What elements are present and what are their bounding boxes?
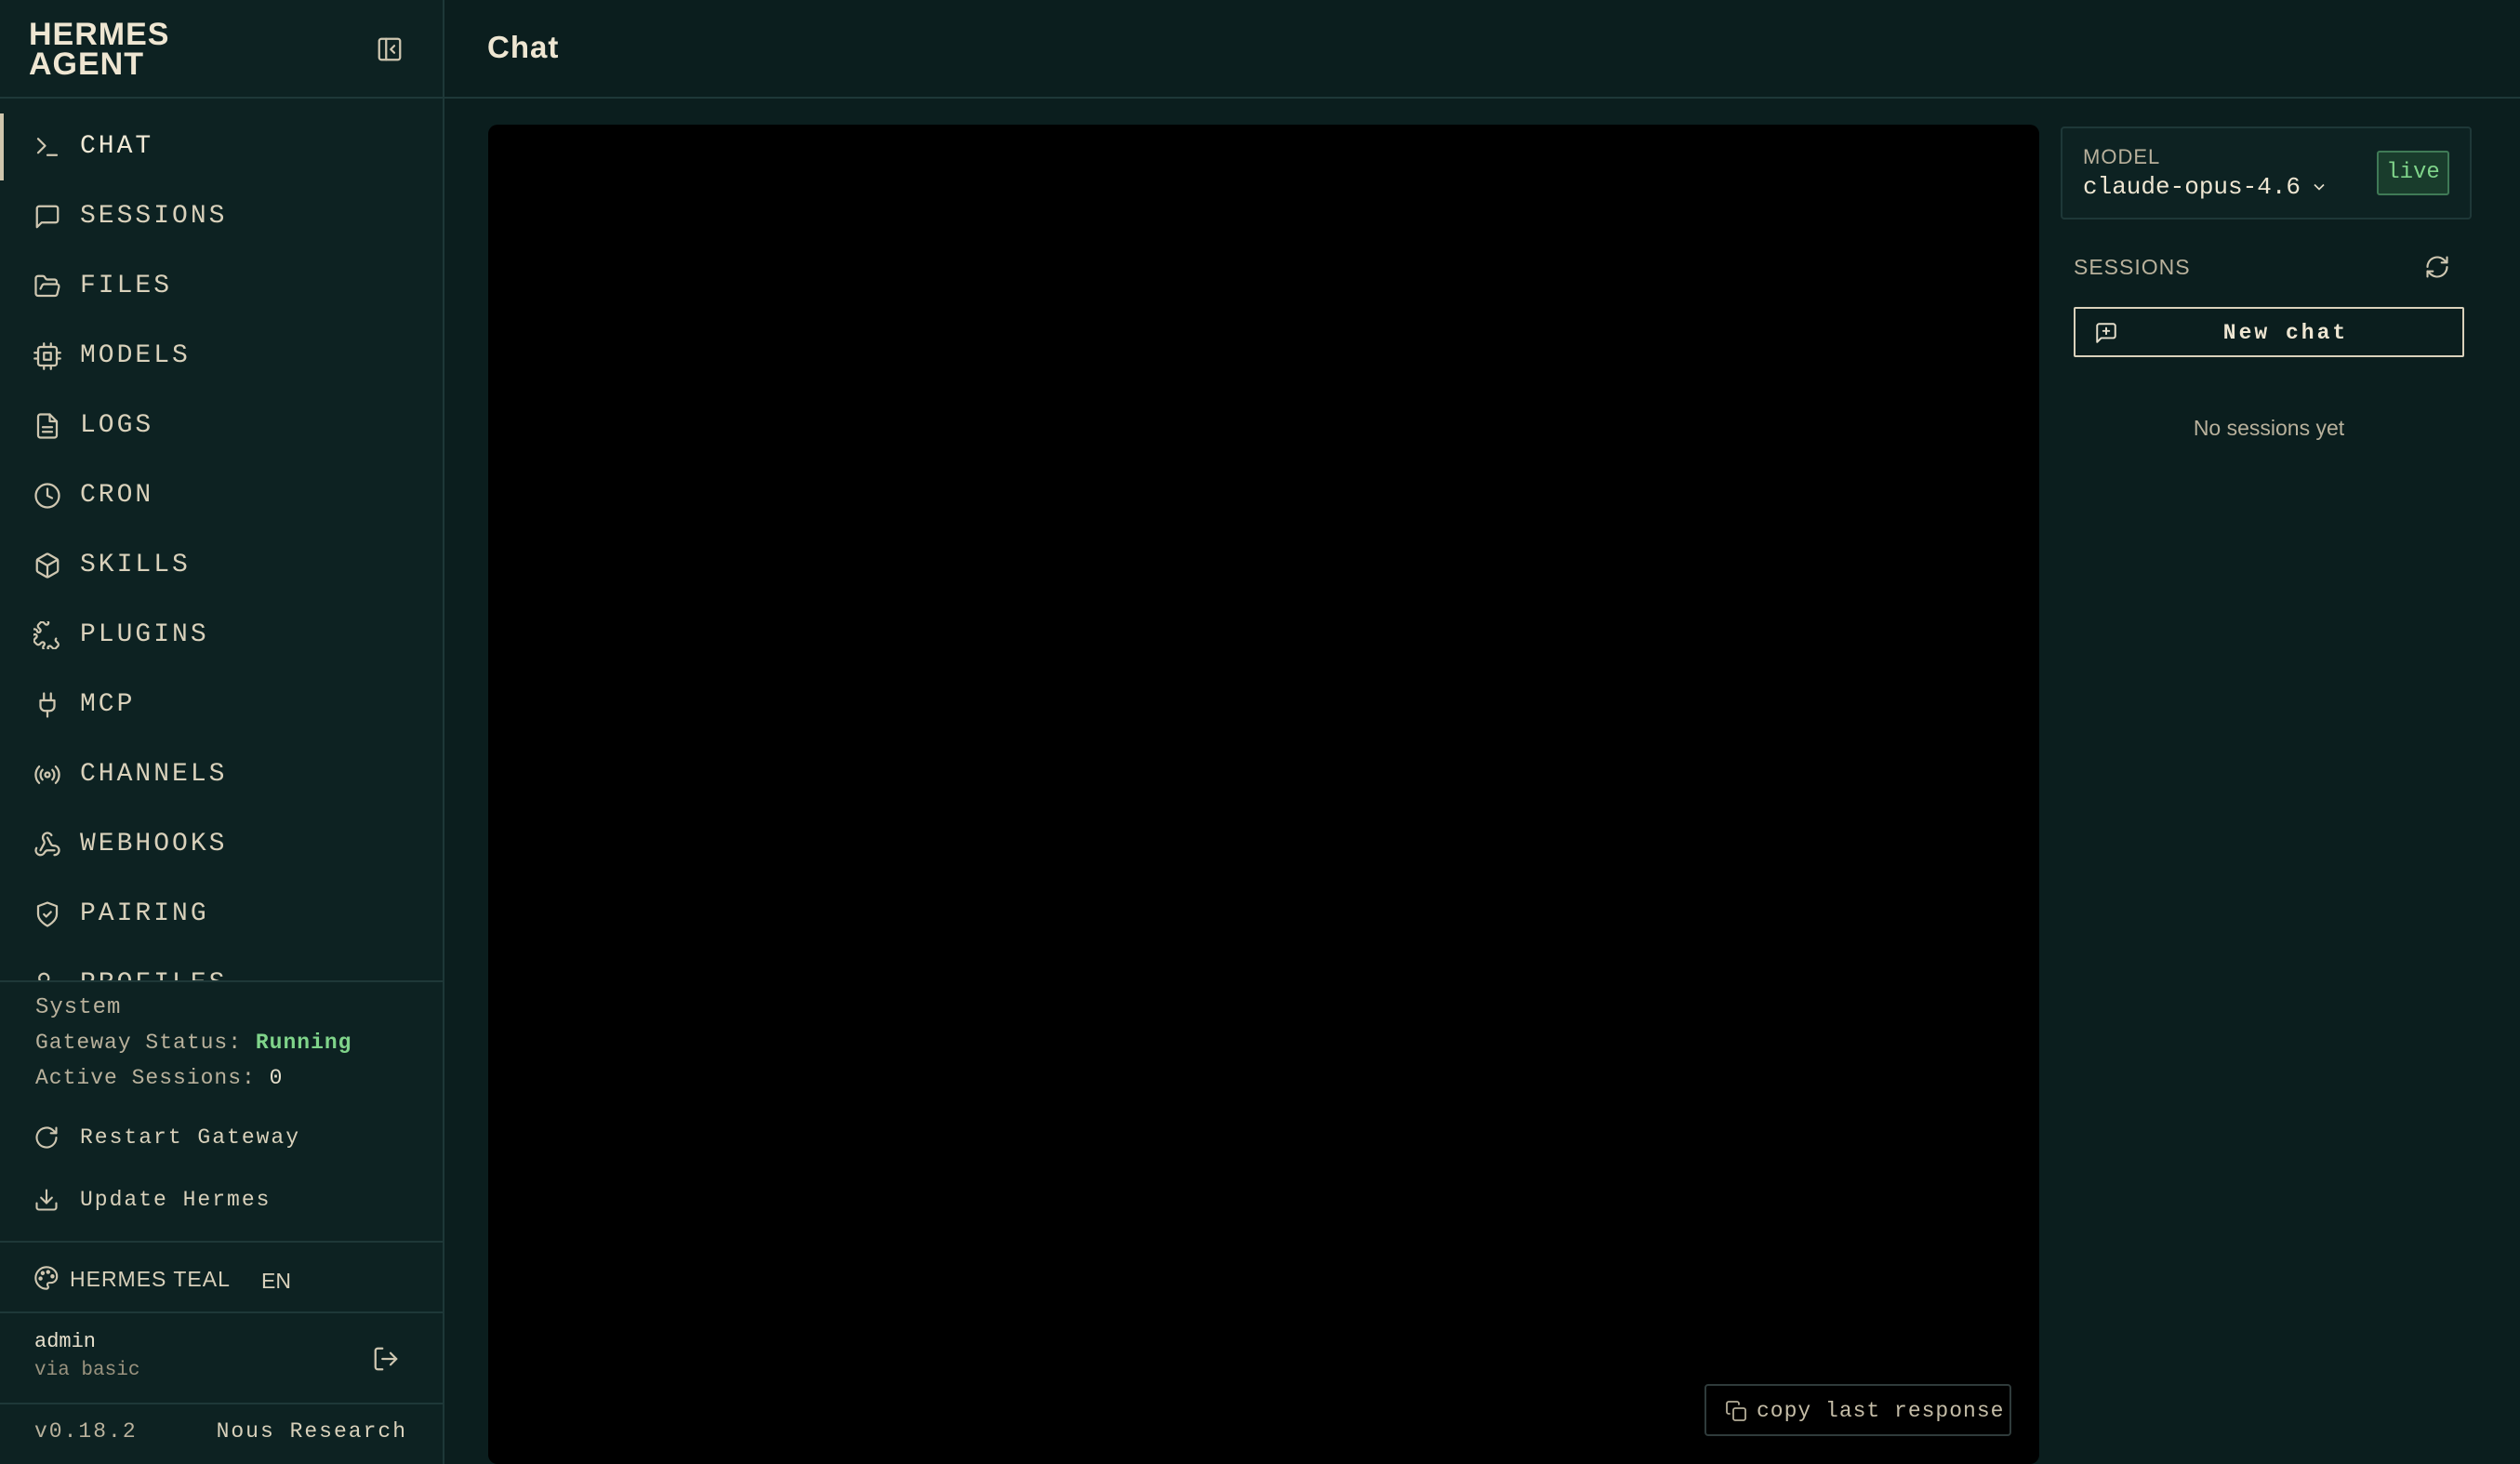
active-sessions-label: Active Sessions: bbox=[35, 1066, 256, 1090]
clock-icon bbox=[33, 482, 61, 510]
user-panel: admin via basic bbox=[0, 1313, 443, 1404]
sidebar-item-mcp[interactable]: MCP bbox=[0, 672, 443, 739]
theme-selector[interactable]: HERMES TEAL bbox=[70, 1267, 231, 1292]
sidebar-item-label: MODELS bbox=[80, 341, 191, 370]
copy-last-response-button[interactable]: copy last response bbox=[1704, 1384, 2011, 1436]
webhook-icon bbox=[33, 831, 61, 858]
sessions-title: SESSIONS bbox=[2074, 255, 2191, 279]
collapse-sidebar-icon[interactable] bbox=[376, 35, 404, 63]
sidebar-item-label: WEBHOOKS bbox=[80, 830, 228, 858]
sidebar-item-logs[interactable]: LOGS bbox=[0, 393, 443, 459]
sidebar-item-sessions[interactable]: SESSIONS bbox=[0, 183, 443, 250]
update-hermes-button[interactable]: Update Hermes bbox=[0, 1173, 443, 1229]
refresh-sessions-icon[interactable] bbox=[2424, 254, 2450, 280]
sidebar-item-label: PAIRING bbox=[80, 899, 209, 928]
language-selector[interactable]: EN bbox=[261, 1269, 291, 1294]
model-select[interactable]: claude-opus-4.6 bbox=[2083, 173, 2328, 201]
new-chat-button[interactable]: New chat bbox=[2074, 307, 2464, 357]
cpu-icon bbox=[33, 342, 61, 370]
gateway-status-value: Running bbox=[255, 1031, 352, 1055]
new-chat-label: New chat bbox=[2222, 321, 2349, 345]
users-icon bbox=[33, 970, 61, 980]
palette-icon[interactable] bbox=[33, 1265, 60, 1291]
brand-line2: AGENT bbox=[29, 47, 144, 82]
auth-method: via basic bbox=[34, 1360, 140, 1381]
message-square-icon bbox=[33, 203, 61, 231]
theme-bar: HERMES TEAL EN bbox=[0, 1241, 443, 1313]
sidebar-item-label: PLUGINS bbox=[80, 620, 209, 649]
restart-gateway-label: Restart Gateway bbox=[80, 1125, 301, 1150]
sidebar-item-label: SESSIONS bbox=[80, 202, 228, 231]
folder-icon bbox=[33, 273, 61, 300]
brand-line1: HERMES bbox=[29, 17, 170, 52]
sidebar-item-chat[interactable]: CHAT bbox=[0, 113, 443, 180]
sidebar-item-models[interactable]: MODELS bbox=[0, 323, 443, 390]
brand-header: HERMES AGENT bbox=[0, 0, 443, 99]
vendor-label: Nous Research bbox=[216, 1419, 407, 1444]
plug-icon bbox=[33, 691, 61, 719]
live-badge: live bbox=[2377, 151, 2449, 195]
restart-gateway-button[interactable]: Restart Gateway bbox=[0, 1111, 443, 1166]
sidebar-nav: CHAT SESSIONS FILES MODELS LOGS CRON SKI… bbox=[0, 113, 443, 980]
model-value: claude-opus-4.6 bbox=[2083, 173, 2301, 201]
sidebar-item-webhooks[interactable]: WEBHOOKS bbox=[0, 811, 443, 878]
system-status-panel: System Gateway Status: Running Active Se… bbox=[0, 980, 443, 1241]
sidebar-item-files[interactable]: FILES bbox=[0, 253, 443, 320]
page-title: Chat bbox=[487, 30, 560, 64]
sidebar-item-label: MCP bbox=[80, 690, 136, 719]
sidebar-item-label: CHANNELS bbox=[80, 760, 228, 789]
download-icon bbox=[33, 1187, 60, 1213]
system-title: System bbox=[35, 995, 122, 1020]
sidebar-item-profiles[interactable]: PROFILES bbox=[0, 951, 443, 980]
chevron-down-icon bbox=[2314, 183, 2325, 191]
sidebar-item-label: SKILLS bbox=[80, 551, 191, 579]
sidebar-item-cron[interactable]: CRON bbox=[0, 462, 443, 529]
app-window: HERMES AGENT CHAT SESSIONS FILES MODELS … bbox=[0, 0, 2520, 1464]
logout-icon[interactable] bbox=[372, 1345, 400, 1373]
chat-terminal[interactable]: copy last response bbox=[488, 125, 2039, 1464]
sidebar-item-label: CHAT bbox=[80, 132, 154, 161]
empty-sessions-text: No sessions yet bbox=[2193, 416, 2345, 440]
active-sessions: Active Sessions: 0 bbox=[35, 1066, 283, 1090]
terminal-icon bbox=[33, 133, 61, 161]
sidebar: HERMES AGENT CHAT SESSIONS FILES MODELS … bbox=[0, 0, 444, 1464]
file-text-icon bbox=[33, 412, 61, 440]
gateway-status-label: Gateway Status: bbox=[35, 1031, 243, 1055]
username: admin bbox=[34, 1330, 97, 1353]
sidebar-item-plugins[interactable]: PLUGINS bbox=[0, 602, 443, 669]
gateway-status: Gateway Status: Running bbox=[35, 1031, 351, 1055]
radio-icon bbox=[33, 761, 61, 789]
copy-icon bbox=[1725, 1400, 1747, 1422]
sidebar-item-label: LOGS bbox=[80, 411, 154, 440]
sidebar-item-label: CRON bbox=[80, 481, 154, 510]
update-hermes-label: Update Hermes bbox=[80, 1188, 272, 1212]
version-label: v0.18.2 bbox=[34, 1419, 138, 1444]
active-sessions-value: 0 bbox=[269, 1066, 284, 1090]
model-label: MODEL bbox=[2083, 145, 2161, 168]
package-icon bbox=[33, 552, 61, 579]
copy-last-response-label: copy last response bbox=[1757, 1399, 2005, 1423]
model-card: MODEL claude-opus-4.6 live bbox=[2061, 126, 2472, 220]
top-bar: Chat bbox=[444, 0, 2520, 99]
sidebar-item-channels[interactable]: CHANNELS bbox=[0, 741, 443, 808]
sidebar-item-label: FILES bbox=[80, 272, 173, 300]
refresh-icon bbox=[33, 1125, 60, 1151]
sidebar-item-skills[interactable]: SKILLS bbox=[0, 532, 443, 599]
sidebar-item-pairing[interactable]: PAIRING bbox=[0, 881, 443, 948]
brand-logo: HERMES AGENT bbox=[29, 17, 233, 82]
sidebar-item-label: PROFILES bbox=[80, 969, 227, 980]
shield-icon bbox=[33, 900, 61, 928]
puzzle-icon bbox=[30, 620, 61, 652]
